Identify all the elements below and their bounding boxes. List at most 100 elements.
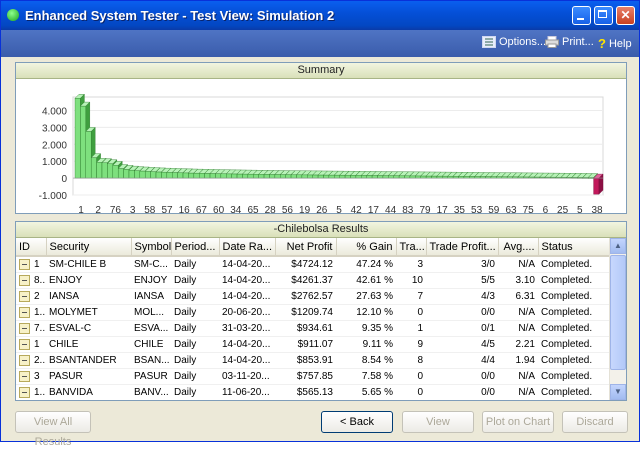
cell-avg: N/A (498, 368, 538, 385)
cell-trade-profit: 0/0 (426, 368, 498, 385)
cell-status: Completed. (538, 288, 610, 305)
printer-icon (545, 36, 559, 48)
cell-period: Daily (171, 352, 219, 369)
row-expand-icon[interactable] (19, 306, 30, 318)
scroll-down-button[interactable]: ▼ (610, 384, 626, 400)
table-row[interactable]: 2...BSANTANDERBSAN...Daily14-04-20...$85… (16, 352, 610, 369)
view-button[interactable]: View (402, 411, 474, 433)
options-button[interactable]: Options... (482, 36, 546, 48)
row-expand-icon[interactable] (19, 322, 30, 334)
close-button[interactable]: ✕ (616, 6, 635, 25)
cell-id: 1 (16, 256, 46, 273)
cell-avg: 3.10 (498, 272, 538, 289)
table-row[interactable]: 8...ENJOYENJOYDaily14-04-20...$4261.3742… (16, 272, 610, 289)
row-expand-icon[interactable] (19, 386, 30, 398)
cell-date: 11-06-20... (219, 384, 275, 400)
cell-id: 1... (16, 304, 46, 321)
x-tick-label: 63 (505, 205, 517, 216)
row-id: 1 (34, 339, 40, 351)
cell-trade-profit: 3/5 (426, 401, 498, 402)
row-expand-icon[interactable] (19, 354, 30, 366)
cell-symbol: COR... (131, 401, 171, 402)
plot-on-chart-button[interactable]: Plot on Chart (482, 411, 554, 433)
cell-gain: 5.14 % (336, 401, 396, 402)
x-tick-label: 44 (385, 205, 397, 216)
maximize-button[interactable] (594, 6, 613, 25)
cell-trades: 9 (396, 336, 426, 353)
help-button[interactable]: ? Help (598, 36, 632, 51)
table-row[interactable]: 2 IANSA IANSA Daily 14-04-20... $2762.57 27.63… (16, 288, 610, 305)
title-bar[interactable]: Enhanced System Tester - Test View: Simu… (1, 1, 639, 30)
cell-net-profit: $565.13 (275, 384, 336, 400)
discard-button[interactable]: Discard (562, 411, 628, 433)
row-expand-icon[interactable] (19, 274, 30, 286)
cell-status: Completed. (538, 368, 610, 385)
cell-period: Daily (171, 336, 219, 353)
column-header[interactable]: Avg.... (498, 238, 539, 257)
column-header[interactable]: Symbol (131, 238, 172, 257)
cell-trades: 0 (396, 368, 426, 385)
column-header[interactable]: Security (46, 238, 132, 257)
row-expand-icon[interactable] (19, 258, 30, 270)
app-icon (7, 9, 19, 21)
row-expand-icon[interactable] (19, 290, 30, 302)
column-header[interactable]: Status (538, 238, 611, 257)
cell-avg: N/A (498, 320, 538, 337)
cell-period: Daily (171, 256, 219, 273)
cell-trades: 1 (396, 320, 426, 337)
x-tick-label: 16 (179, 205, 191, 216)
cell-trades: 8 (396, 352, 426, 369)
maximize-icon (598, 10, 607, 18)
cell-net-profit: $757.85 (275, 368, 336, 385)
column-header[interactable]: Trade Profit... (426, 238, 499, 257)
cell-trade-profit: 5/5 (426, 272, 498, 289)
table-row[interactable]: 5...CORPBANCACOR...Daily14-04-20...$514.… (16, 401, 610, 402)
cell-status: Completed. (538, 384, 610, 400)
row-expand-icon[interactable] (19, 338, 30, 350)
summary-panel: Summary 4.000 3.000 2.000 1.000 0 -1.000 1 2 76 3… (15, 62, 627, 216)
y-tick-label: 4.000 (42, 107, 67, 118)
x-tick-label: 6 (543, 205, 549, 216)
x-tick-label: 60 (213, 205, 225, 216)
cell-symbol: MOL... (131, 304, 171, 321)
cell-trades: 3 (396, 256, 426, 273)
cell-id: 8... (16, 272, 46, 289)
column-header[interactable]: Net Profit (275, 238, 337, 257)
minimize-button[interactable] (572, 6, 591, 25)
cell-security: SM-CHILE B (46, 256, 131, 273)
row-id: 1 (34, 259, 40, 271)
table-row[interactable]: 1 SM-CHILE B SM-C... Daily 14-04-20... $4724.… (16, 256, 610, 273)
cell-date: 14-04-20... (219, 288, 275, 305)
x-tick-label: 26 (316, 205, 328, 216)
cell-date: 14-04-20... (219, 272, 275, 289)
x-tick-label: 59 (488, 205, 500, 216)
table-row[interactable]: 1...MOLYMETMOL...Daily20-06-20...$1209.7… (16, 304, 610, 321)
cell-trade-profit: 0/0 (426, 304, 498, 321)
results-scrollbar[interactable]: ▲ ▼ (609, 238, 626, 400)
summary-chart: 4.0003.0002.0001.0000-1.0001 2 76 3 58 57 16 67… (39, 93, 604, 216)
table-row[interactable]: 1...BANVIDABANV...Daily11-06-20...$565.1… (16, 384, 610, 400)
app-window: Enhanced System Tester - Test View: Simu… (0, 0, 640, 448)
cell-net-profit: $853.91 (275, 352, 336, 369)
print-button[interactable]: Print... (545, 36, 594, 48)
cell-gain: 9.11 % (336, 336, 396, 353)
column-header[interactable]: Period... (171, 238, 220, 257)
column-header[interactable]: ID (16, 238, 47, 257)
row-id: 8... (34, 275, 46, 287)
scroll-thumb[interactable] (610, 255, 626, 370)
view-all-results-button[interactable]: View All Results (15, 411, 91, 448)
row-id: 3 (34, 371, 40, 383)
table-row[interactable]: 3 PASUR PASUR Daily 03-11-20... $757.85 7.58 %… (16, 368, 610, 385)
table-row[interactable]: 1 CHILE CHILE Daily 14-04-20... $911.07 9.11 %… (16, 336, 610, 353)
cell-gain: 5.65 % (336, 384, 396, 400)
row-expand-icon[interactable] (19, 370, 30, 382)
table-row[interactable]: 7...ESVAL-CESVA...Daily31-03-20...$934.6… (16, 320, 610, 337)
back-button[interactable]: < Back (321, 411, 393, 433)
summary-header: Summary (16, 63, 626, 79)
column-header[interactable]: Date Ra... (219, 238, 276, 257)
column-header[interactable]: Tra... (396, 238, 427, 257)
x-tick-label: 25 (557, 205, 569, 216)
scroll-up-button[interactable]: ▲ (610, 238, 626, 254)
column-header[interactable]: % Gain (336, 238, 397, 257)
cell-date: 14-04-20... (219, 336, 275, 353)
